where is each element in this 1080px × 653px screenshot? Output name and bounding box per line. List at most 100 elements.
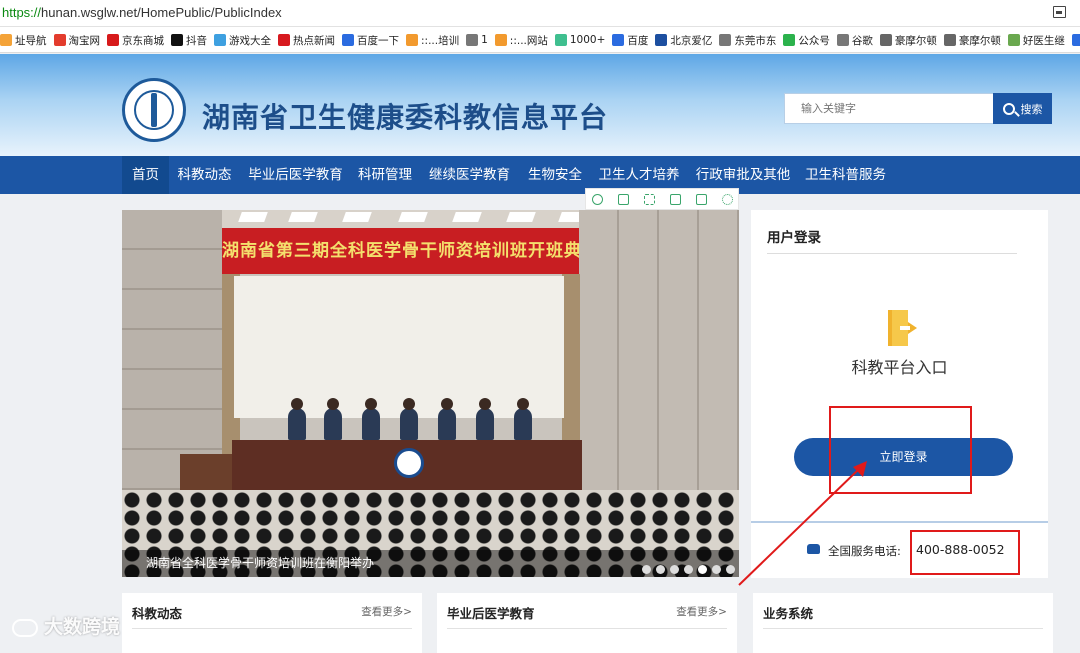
bookmark-label: ::...网站 — [509, 34, 548, 47]
url-text[interactable]: https://hunan.wsglw.net/HomePublic/Publi… — [2, 5, 282, 20]
bookmark-item[interactable]: 好医生继 — [1007, 27, 1065, 52]
site-title: 湖南省卫生健康委科教信息平台 — [202, 101, 609, 134]
news-carousel[interactable]: 湖南省第三期全科医学骨干师资培训班开班典礼 湖南省全科医学骨干师资培训班在衡阳举… — [122, 210, 739, 577]
bookmark-label: 豪摩尔顿 — [958, 34, 1001, 47]
bookmark-favicon-icon — [554, 34, 567, 46]
bookmark-favicon-icon — [655, 34, 668, 46]
watermark: 大数跨境 — [12, 612, 120, 639]
panel-business-systems: 业务系统 — [753, 593, 1053, 653]
share-icon[interactable] — [696, 194, 707, 205]
panel-title: 业务系统 — [763, 606, 814, 621]
carousel-dot[interactable] — [684, 565, 693, 574]
bookmark-favicon-icon — [1007, 34, 1020, 46]
nav-item[interactable]: 首页 — [122, 156, 169, 194]
bookmark-label: 1000+ — [569, 34, 606, 46]
photo-light — [506, 212, 536, 222]
search-input-wrapper[interactable] — [784, 93, 994, 124]
nav-item[interactable]: 生物安全 — [520, 156, 590, 194]
bookmark-label: 好医生继 — [1022, 34, 1065, 47]
bookmark-item[interactable]: 百度一下 — [342, 27, 399, 52]
carousel-dot[interactable] — [656, 565, 665, 574]
view-more-link[interactable]: 查看更多> — [361, 604, 412, 619]
search-input[interactable] — [785, 94, 993, 123]
main-navigation: 首页 科教动态 毕业后医学教育 科研管理 继续医学教育 生物安全 卫生人才培养 行政审批及其他… — [0, 156, 1080, 194]
bookmark-label: 京东商城 — [122, 34, 164, 47]
photo-emblem-icon — [394, 448, 424, 478]
bookmark-item[interactable]: 1000+ — [554, 27, 606, 52]
copy-icon[interactable] — [618, 194, 629, 205]
save-icon[interactable] — [670, 194, 681, 205]
photo-stage-backdrop — [234, 276, 564, 418]
fullscreen-icon[interactable] — [644, 194, 655, 205]
photo-person — [362, 398, 380, 440]
bookmark-label: 谷歌 — [851, 34, 873, 47]
carousel-dot[interactable] — [670, 565, 679, 574]
bookmark-favicon-icon — [278, 34, 290, 46]
bookmark-item[interactable]: 豪摩尔顿 — [943, 27, 1001, 52]
bookmark-favicon-icon — [719, 34, 732, 46]
browser-address-bar[interactable]: https://hunan.wsglw.net/HomePublic/Publi… — [0, 0, 1080, 27]
bookmark-label: 淘宝网 — [68, 34, 101, 47]
bookmark-label: 游戏大全 — [229, 34, 271, 47]
panel-divider — [132, 628, 412, 629]
annotation-arrow-icon — [738, 461, 867, 586]
url-scheme: https:// — [2, 5, 42, 20]
photo-person — [476, 398, 494, 440]
bookmark-favicon-icon — [494, 34, 507, 46]
bookmark-label: 抖音 — [186, 34, 207, 47]
photo-person — [438, 398, 456, 440]
bookmark-item[interactable]: 热点新闻 — [278, 27, 335, 52]
bookmark-item[interactable]: 游戏大全 — [214, 27, 271, 52]
search-button[interactable]: 搜索 — [993, 93, 1052, 124]
bookmark-item[interactable]: 址导航 — [0, 27, 47, 52]
carousel-dot[interactable] — [726, 565, 735, 574]
carousel-dot[interactable] — [698, 565, 707, 574]
bookmark-favicon-icon — [171, 34, 183, 46]
bookmark-item[interactable]: 京东商城 — [107, 27, 164, 52]
photo-light — [398, 212, 428, 222]
search-image-icon[interactable] — [592, 194, 603, 205]
nav-item[interactable]: 继续医学教育 — [419, 156, 520, 194]
photo-light — [342, 212, 372, 222]
watermark-logo-icon — [12, 618, 38, 637]
view-more-link[interactable]: 查看更多> — [676, 604, 727, 619]
bookmark-item[interactable]: ::...培训 — [406, 27, 460, 52]
carousel-dot[interactable] — [712, 565, 721, 574]
bookmarks-bar: 址导航 淘宝网 京东商城 抖音 游戏大全 热点新闻 百度一下::...培训 1::...网站 1… — [0, 27, 1080, 53]
search-icon — [1002, 102, 1015, 115]
bookmark-favicon-icon — [466, 34, 479, 46]
photo-person — [324, 398, 342, 440]
bookmark-item[interactable]: 公众号 — [783, 27, 830, 52]
nav-item[interactable]: 卫生科普服务 — [798, 156, 893, 194]
bookmark-favicon-icon — [943, 34, 956, 46]
bookmark-item[interactable]: ::...网站 — [494, 27, 548, 52]
carousel-dots — [637, 559, 735, 577]
nav-item[interactable]: 科教动态 — [169, 156, 240, 194]
bookmark-label: 百度 — [627, 34, 649, 47]
bookmark-item[interactable]: 豪摩尔顿 — [879, 27, 937, 52]
search-button-label: 搜索 — [1020, 102, 1043, 116]
bookmark-item[interactable]: 百度 — [612, 27, 649, 52]
bookmark-item[interactable]: 1 — [466, 27, 488, 52]
settings-icon[interactable] — [722, 194, 733, 205]
bookmark-label: ::...培训 — [421, 34, 460, 47]
photo-light — [238, 212, 268, 222]
login-divider — [767, 253, 1017, 254]
door-entry-icon — [888, 310, 917, 346]
panel-divider — [447, 628, 727, 629]
bookmark-item[interactable]: 湖北 — [1071, 27, 1080, 52]
nav-item[interactable]: 毕业后医学教育 — [240, 156, 351, 194]
url-path: hunan.wsglw.net/HomePublic/PublicIndex — [41, 5, 282, 20]
bookmark-item[interactable]: 谷歌 — [836, 27, 873, 52]
bookmark-item[interactable]: 东莞市东 — [719, 27, 776, 52]
bookmark-favicon-icon — [1071, 34, 1080, 46]
bookmark-item[interactable]: 抖音 — [171, 27, 207, 52]
bookmark-favicon-icon — [836, 34, 849, 46]
nav-item[interactable]: 科研管理 — [351, 156, 419, 194]
carousel-dot[interactable] — [642, 565, 651, 574]
screenshot-icon[interactable] — [1053, 6, 1066, 18]
panel-news: 科教动态 查看更多> — [122, 593, 422, 653]
bookmark-item[interactable]: 淘宝网 — [53, 27, 101, 52]
bookmark-label: 址导航 — [15, 34, 47, 47]
bookmark-item[interactable]: 北京爱亿 — [655, 27, 712, 52]
